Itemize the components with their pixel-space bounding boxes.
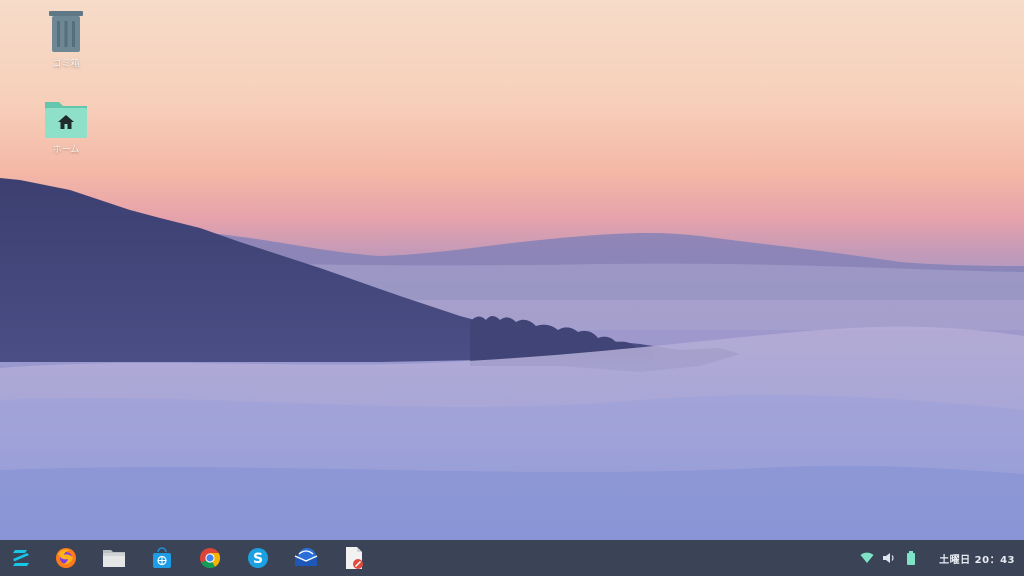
document-launcher[interactable] xyxy=(342,546,366,570)
battery-indicator[interactable] xyxy=(901,548,921,568)
files-launcher[interactable] xyxy=(102,546,126,570)
taskbar: S 土曜日 20：43 xyxy=(0,540,1024,576)
battery-icon xyxy=(907,551,916,565)
software-launcher[interactable] xyxy=(150,546,174,570)
wifi-icon xyxy=(860,552,874,563)
wifi-indicator[interactable] xyxy=(857,548,877,568)
volume-icon xyxy=(883,553,894,563)
trash-icon xyxy=(49,11,83,52)
zorin-logo-icon xyxy=(13,550,29,566)
volume-indicator[interactable] xyxy=(879,548,899,568)
svg-text:S: S xyxy=(253,551,263,567)
chrome-launcher[interactable] xyxy=(198,546,222,570)
mail-icon xyxy=(294,548,318,566)
firefox-icon xyxy=(56,548,76,568)
home-folder-icon xyxy=(45,102,87,138)
desktop: ゴミ箱 ホーム S 土曜日 20：43 xyxy=(0,0,1024,576)
mail-launcher[interactable] xyxy=(294,546,318,570)
zorin-menu-button[interactable] xyxy=(9,546,33,570)
skype-icon: S xyxy=(248,548,268,568)
document-icon xyxy=(346,547,363,569)
wallpaper xyxy=(0,178,1024,540)
desktop-icon-trash[interactable]: ゴミ箱 xyxy=(29,8,103,69)
home-label: ホーム xyxy=(52,145,80,155)
skype-launcher[interactable]: S xyxy=(246,546,270,570)
folder-icon xyxy=(103,550,125,567)
clock[interactable]: 土曜日 20：43 xyxy=(939,551,1015,566)
software-store-icon xyxy=(153,547,171,568)
system-tray: 土曜日 20：43 xyxy=(857,540,1024,576)
firefox-launcher[interactable] xyxy=(54,546,78,570)
trash-label: ゴミ箱 xyxy=(52,59,80,69)
desktop-icon-home[interactable]: ホーム xyxy=(29,98,103,155)
chrome-icon xyxy=(200,548,221,569)
